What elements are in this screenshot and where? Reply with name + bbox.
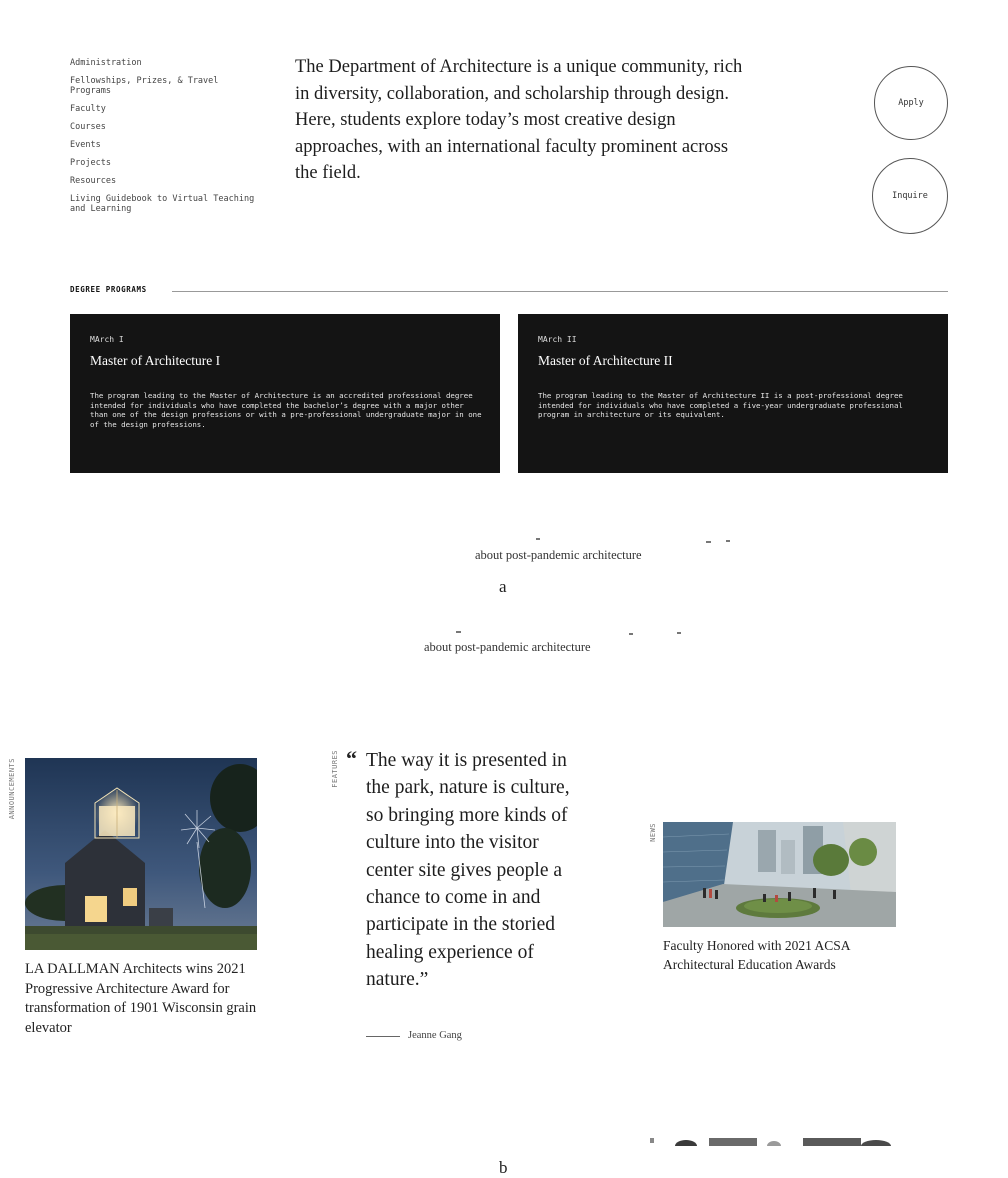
program-card-march-1[interactable]: MArch I Master of Architecture I The pro… [70, 314, 500, 473]
program-code: MArch I [90, 335, 124, 344]
quote-author: Jeanne Gang [408, 1030, 462, 1041]
nav-item-resources[interactable]: Resources [70, 176, 260, 186]
clipped-text-fragment [706, 541, 711, 543]
program-card-march-2[interactable]: MArch II Master of Architecture II The p… [518, 314, 948, 473]
clipped-text-fragment [629, 633, 633, 635]
program-description: The program leading to the Master of Arc… [90, 391, 482, 429]
grain-elevator-image[interactable] [25, 758, 257, 950]
panel-label-a: a [499, 577, 507, 596]
degree-programs-heading: DEGREE PROGRAMS [70, 285, 151, 294]
section-divider [172, 291, 948, 292]
panel-label-b: b [499, 1158, 508, 1177]
clipped-text-fragment [677, 632, 681, 634]
nav-item-projects[interactable]: Projects [70, 158, 260, 168]
intro-paragraph: The Department of Architecture is a uniq… [295, 57, 743, 183]
program-title: Master of Architecture I [90, 353, 221, 368]
clipped-text-fragment [650, 1138, 654, 1143]
announcement-title[interactable]: LA DALLMAN Architects wins 2021 Progress… [25, 960, 265, 1038]
news-label: NEWS [649, 823, 657, 842]
nav-item-faculty[interactable]: Faculty [70, 104, 260, 114]
clipped-text-fragment [456, 631, 461, 633]
program-code: MArch II [538, 335, 577, 344]
clipped-caption: about post-pandemic architecture [475, 548, 642, 562]
nav-item-living-guidebook[interactable]: Living Guidebook to Virtual Teaching and… [70, 194, 260, 214]
program-description: The program leading to the Master of Arc… [538, 391, 903, 419]
nav-item-events[interactable]: Events [70, 140, 260, 150]
nav-item-fellowships[interactable]: Fellowships, Prizes, & Travel Programs [70, 76, 260, 96]
author-dash [366, 1036, 400, 1037]
clipped-caption: about post-pandemic architecture [424, 640, 591, 654]
announcements-label: ANNOUNCEMENTS [8, 758, 16, 820]
clipped-text-fragment [536, 538, 540, 540]
clipped-text-fragment [726, 540, 730, 542]
side-nav: Administration Fellowships, Prizes, & Tr… [70, 58, 260, 222]
features-label: FEATURES [331, 750, 339, 788]
feature-quote[interactable]: The way it is presented in the park, nat… [366, 747, 581, 994]
quote-mark-icon: “ [346, 746, 357, 771]
nav-item-courses[interactable]: Courses [70, 122, 260, 132]
plaza-image[interactable] [663, 822, 896, 927]
inquire-button[interactable]: Inquire [872, 158, 948, 234]
clipped-image-row [663, 1138, 896, 1146]
news-title[interactable]: Faculty Honored with 2021 ACSA Architect… [663, 936, 903, 974]
apply-button[interactable]: Apply [874, 66, 948, 140]
nav-item-administration[interactable]: Administration [70, 58, 260, 68]
program-title: Master of Architecture II [538, 353, 673, 368]
